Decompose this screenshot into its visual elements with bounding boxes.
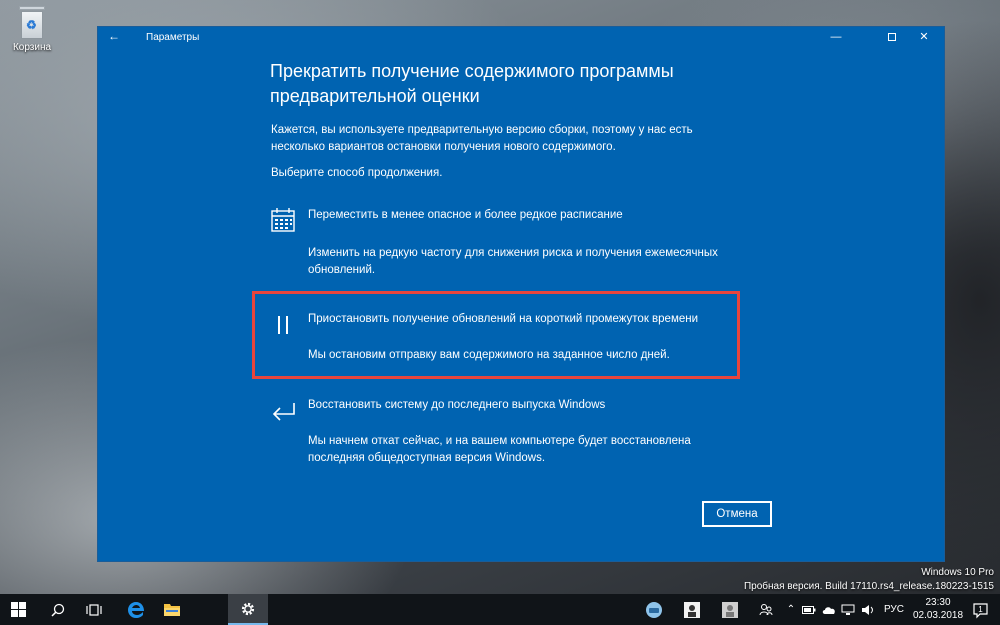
page-description: Кажется, вы используете предварительную … — [271, 124, 693, 153]
calendar-icon — [271, 208, 295, 232]
speaker-icon — [862, 604, 873, 615]
recycle-bin-label: Корзина — [12, 42, 52, 53]
recycle-bin-desktop-icon[interactable]: ♻ Корзина — [6, 4, 58, 60]
watermark-edition: Windows 10 Pro — [921, 567, 994, 578]
network-button[interactable] — [840, 594, 856, 625]
task-view-button[interactable] — [76, 594, 112, 625]
taskbar-clock[interactable]: 23:30 02.03.2018 — [912, 596, 964, 622]
search-icon — [51, 603, 65, 617]
page-title: Прекратить получение содержимого програм… — [270, 61, 674, 106]
notification-count: 1 — [978, 605, 983, 614]
app-person-icon — [684, 601, 700, 618]
file-explorer-button[interactable] — [154, 594, 190, 625]
battery-button[interactable] — [800, 594, 818, 625]
option-pause-updates[interactable]: Приостановить получение обновлений на ко… — [270, 313, 750, 373]
option-description: Мы остановим отправку вам содержимого на… — [308, 349, 670, 361]
option-title: Приостановить получение обновлений на ко… — [308, 313, 699, 325]
option-title: Переместить в менее опасное и более редк… — [308, 209, 623, 221]
start-button[interactable] — [0, 594, 36, 625]
option-description: Изменить на редкую частоту для снижения … — [308, 247, 718, 276]
window-title: Параметры — [146, 32, 200, 43]
dialog-content: Прекратить получение содержимого програм… — [98, 47, 946, 563]
windows-watermark: Windows 10 Pro Пробная версия. Build 171… — [744, 566, 994, 594]
app-avatar-icon — [722, 601, 738, 618]
tray-app-icon-1[interactable] — [640, 594, 668, 625]
tray-app-icon-3[interactable] — [718, 594, 742, 625]
search-button[interactable] — [40, 594, 76, 625]
watermark-build: Пробная версия. Build 17110.rs4_release.… — [743, 581, 994, 592]
cancel-button[interactable]: Отмена — [702, 501, 772, 527]
clock-time: 23:30 — [925, 597, 951, 608]
network-icon — [841, 604, 855, 615]
people-button[interactable] — [756, 594, 776, 625]
cloud-icon — [822, 606, 835, 614]
chevron-up-icon: ⌃ — [786, 604, 796, 615]
option-title: Восстановить систему до последнего выпус… — [308, 399, 606, 411]
settings-window: ← Параметры — ✕ Прекратить получение сод… — [97, 26, 945, 562]
task-view-icon — [86, 603, 102, 616]
choose-prompt: Выберите способ продолжения. — [271, 167, 443, 179]
battery-icon — [802, 605, 816, 614]
volume-button[interactable] — [860, 594, 876, 625]
option-description: Мы начнем откат сейчас, и на вашем компь… — [308, 435, 691, 464]
option-slow-ring[interactable]: Переместить в менее опасное и более редк… — [270, 208, 750, 299]
title-bar: ← Параметры — ✕ — [98, 27, 946, 47]
edge-taskbar-button[interactable] — [118, 594, 154, 625]
onedrive-button[interactable] — [820, 594, 838, 625]
return-arrow-icon — [272, 403, 295, 421]
recycle-bin-icon: ♻ — [17, 6, 47, 40]
input-language-button[interactable]: РУС — [882, 594, 906, 625]
clock-date: 02.03.2018 — [912, 610, 964, 621]
back-arrow-icon[interactable]: ← — [108, 29, 122, 43]
edge-icon — [128, 601, 144, 618]
people-icon — [759, 603, 773, 615]
pause-icon — [270, 313, 296, 339]
app-globe-icon — [646, 601, 662, 618]
taskbar: ⌃ РУС 23:30 02.03.2018 1 — [0, 594, 1000, 625]
show-hidden-icons-button[interactable]: ⌃ — [784, 594, 798, 625]
maximize-icon — [888, 33, 896, 42]
windows-logo-icon — [10, 602, 26, 617]
tray-app-icon-2[interactable] — [680, 594, 704, 625]
close-button[interactable]: ✕ — [902, 27, 946, 47]
notification-icon: 1 — [973, 602, 988, 618]
minimize-button[interactable]: — — [814, 27, 858, 47]
settings-taskbar-button[interactable] — [228, 594, 268, 625]
folder-icon — [164, 604, 180, 616]
action-center-button[interactable]: 1 — [966, 594, 996, 625]
gear-icon — [241, 602, 255, 615]
option-rollback[interactable]: Восстановить систему до последнего выпус… — [270, 399, 750, 469]
